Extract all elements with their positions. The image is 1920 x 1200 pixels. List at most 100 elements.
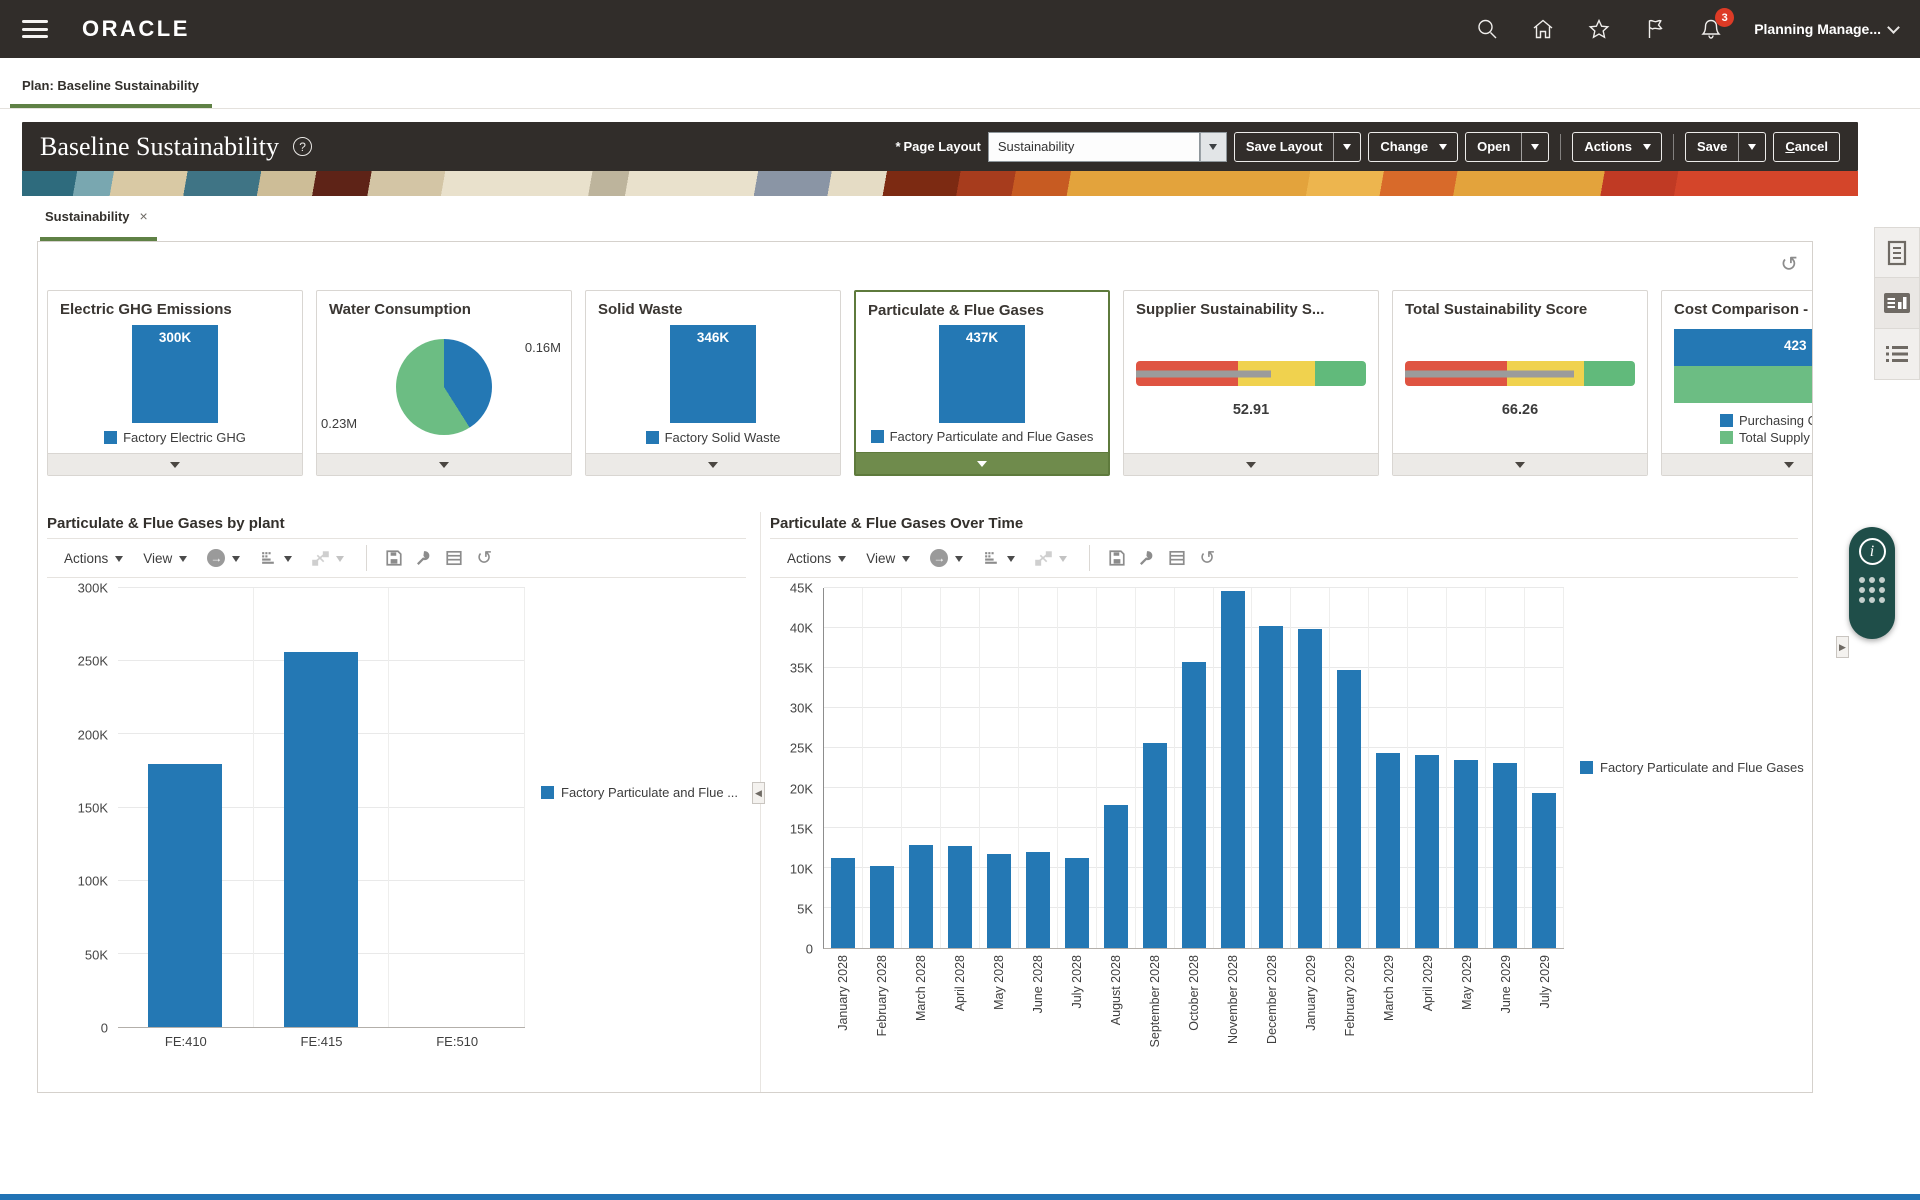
bar-FE:415[interactable] xyxy=(284,652,358,1027)
infotile-chart: 52.91 xyxy=(1124,320,1378,453)
page-layout-select-arrow-icon[interactable] xyxy=(1200,132,1227,162)
save-button[interactable]: Save xyxy=(1685,132,1766,162)
actions-menu[interactable]: Actions xyxy=(779,551,854,566)
infotile-1[interactable]: Electric GHG Emissions300KFactory Electr… xyxy=(47,290,303,476)
infotile-6[interactable]: Total Sustainability Score66.26 xyxy=(1392,290,1648,476)
view-menu[interactable]: View xyxy=(858,551,918,566)
view-menu[interactable]: View xyxy=(135,551,195,566)
bar-June 2029[interactable] xyxy=(1493,763,1517,948)
document-page-icon[interactable] xyxy=(1874,227,1920,278)
change-button[interactable]: Change xyxy=(1368,132,1458,162)
bar-June 2028[interactable] xyxy=(1026,852,1050,948)
bar-September 2028[interactable] xyxy=(1143,743,1167,948)
splitter-collapse-icon[interactable]: ▶ xyxy=(1836,636,1849,658)
open-dropdown-icon[interactable] xyxy=(1521,133,1548,161)
infotile-3[interactable]: Solid Waste346KFactory Solid Waste xyxy=(585,290,841,476)
save-layout-dropdown-icon[interactable] xyxy=(1333,133,1360,161)
page-layout-select-value[interactable]: Sustainability xyxy=(988,132,1200,162)
plan-tab[interactable]: Plan: Baseline Sustainability xyxy=(22,78,199,93)
bar-FE:410[interactable] xyxy=(148,764,222,1027)
tile-expand-button[interactable] xyxy=(1393,453,1647,475)
tile-expand-button[interactable] xyxy=(317,453,571,475)
help-icon[interactable]: ? xyxy=(293,137,312,156)
user-role-label: Planning Manage... xyxy=(1754,21,1881,37)
flag-icon[interactable] xyxy=(1642,16,1668,42)
bar-February 2028[interactable] xyxy=(870,866,894,948)
tile-expand-button[interactable] xyxy=(1662,453,1812,475)
refresh-icon[interactable]: ↺ xyxy=(1194,547,1220,570)
x-tick-label: April 2028 xyxy=(953,955,967,1011)
tools-wrench-icon[interactable] xyxy=(411,549,437,567)
search-icon[interactable] xyxy=(1474,16,1500,42)
actions-button[interactable]: Actions xyxy=(1572,132,1662,162)
save-disk-icon[interactable] xyxy=(381,549,407,567)
tab-close-icon[interactable]: × xyxy=(140,208,148,224)
bar-February 2029[interactable] xyxy=(1337,670,1361,948)
bar-January 2029[interactable] xyxy=(1298,629,1322,948)
tile-expand-button[interactable] xyxy=(48,453,302,475)
save-dropdown-icon[interactable] xyxy=(1738,133,1765,161)
tab-sustainability[interactable]: Sustainability × xyxy=(45,208,148,224)
tile-expand-button[interactable] xyxy=(1124,453,1378,475)
chart-options-icon[interactable] xyxy=(252,550,300,567)
bar-April 2028[interactable] xyxy=(948,846,972,948)
user-role-menu[interactable]: Planning Manage... xyxy=(1754,21,1898,37)
bar-August 2028[interactable] xyxy=(1104,805,1128,948)
legend-label: Factory Particulate and Flue Gases xyxy=(890,429,1094,444)
drill-icon[interactable]: → xyxy=(922,549,971,567)
cancel-button[interactable]: Cancel xyxy=(1773,132,1840,162)
notifications-bell-icon[interactable]: 3 xyxy=(1698,16,1724,42)
tools-wrench-icon[interactable] xyxy=(1134,549,1160,567)
y-tick-label: 10K xyxy=(790,861,813,876)
x-tick-cell: June 2028 xyxy=(1018,949,1057,1051)
save-disk-icon[interactable] xyxy=(1104,549,1130,567)
refresh-icon[interactable]: ↺ xyxy=(1780,254,1798,275)
refresh-icon[interactable]: ↺ xyxy=(471,547,497,570)
infotile-4[interactable]: Particulate & Flue Gases437KFactory Part… xyxy=(854,290,1110,476)
drag-dots-icon[interactable] xyxy=(1859,577,1885,603)
infotile-7[interactable]: Cost Comparison - 423Purchasing CosTotal… xyxy=(1661,290,1812,476)
decorative-banner xyxy=(22,171,1858,196)
tile-expand-button[interactable] xyxy=(856,452,1108,474)
bar-November 2028[interactable] xyxy=(1221,591,1245,948)
tile-expand-button[interactable] xyxy=(586,453,840,475)
bar-January 2028[interactable] xyxy=(831,858,855,948)
contextual-actions-pill[interactable]: i xyxy=(1849,527,1895,639)
page-layout-label: *Page Layout xyxy=(895,139,980,154)
bar-March 2029[interactable] xyxy=(1376,753,1400,948)
bar-May 2028[interactable] xyxy=(987,854,1011,948)
infotile-2[interactable]: Water Consumption0.16M0.23M xyxy=(316,290,572,476)
info-icon[interactable]: i xyxy=(1859,538,1886,565)
home-icon[interactable] xyxy=(1530,16,1556,42)
bar-category-cell xyxy=(1291,588,1330,948)
bar-December 2028[interactable] xyxy=(1259,626,1283,948)
drill-icon[interactable]: → xyxy=(199,549,248,567)
chevron-down-icon xyxy=(170,462,180,473)
bar-category-cell xyxy=(1486,588,1525,948)
bar-July 2029[interactable] xyxy=(1532,793,1556,948)
infotile-5[interactable]: Supplier Sustainability S...52.91 xyxy=(1123,290,1379,476)
chart-options-icon[interactable] xyxy=(975,550,1023,567)
plan-header-bar: Baseline Sustainability ? *Page Layout S… xyxy=(22,122,1858,171)
hamburger-menu-icon[interactable] xyxy=(22,20,48,38)
actions-menu[interactable]: Actions xyxy=(56,551,131,566)
table-view-icon[interactable] xyxy=(1164,549,1190,567)
bar-April 2029[interactable] xyxy=(1415,755,1439,948)
save-layout-button[interactable]: Save Layout xyxy=(1234,132,1362,162)
legend-swatch xyxy=(646,431,659,444)
page-layout-select[interactable]: Sustainability xyxy=(988,132,1227,162)
y-tick-label: 0 xyxy=(101,1021,108,1036)
table-view-icon[interactable] xyxy=(441,549,467,567)
list-view-icon[interactable] xyxy=(1874,329,1920,380)
dashboard-view-icon[interactable] xyxy=(1874,278,1920,329)
bar-July 2028[interactable] xyxy=(1065,858,1089,948)
gauge-segment xyxy=(1315,361,1366,386)
favorites-star-icon[interactable] xyxy=(1586,16,1612,42)
bar-March 2028[interactable] xyxy=(909,845,933,948)
bar-October 2028[interactable] xyxy=(1182,662,1206,948)
splitter-collapse-icon[interactable]: ◀ xyxy=(752,782,765,804)
infotile-title: Water Consumption xyxy=(317,291,571,320)
x-tick-label: September 2028 xyxy=(1148,955,1162,1047)
open-button[interactable]: Open xyxy=(1465,132,1549,162)
bar-May 2029[interactable] xyxy=(1454,760,1478,948)
